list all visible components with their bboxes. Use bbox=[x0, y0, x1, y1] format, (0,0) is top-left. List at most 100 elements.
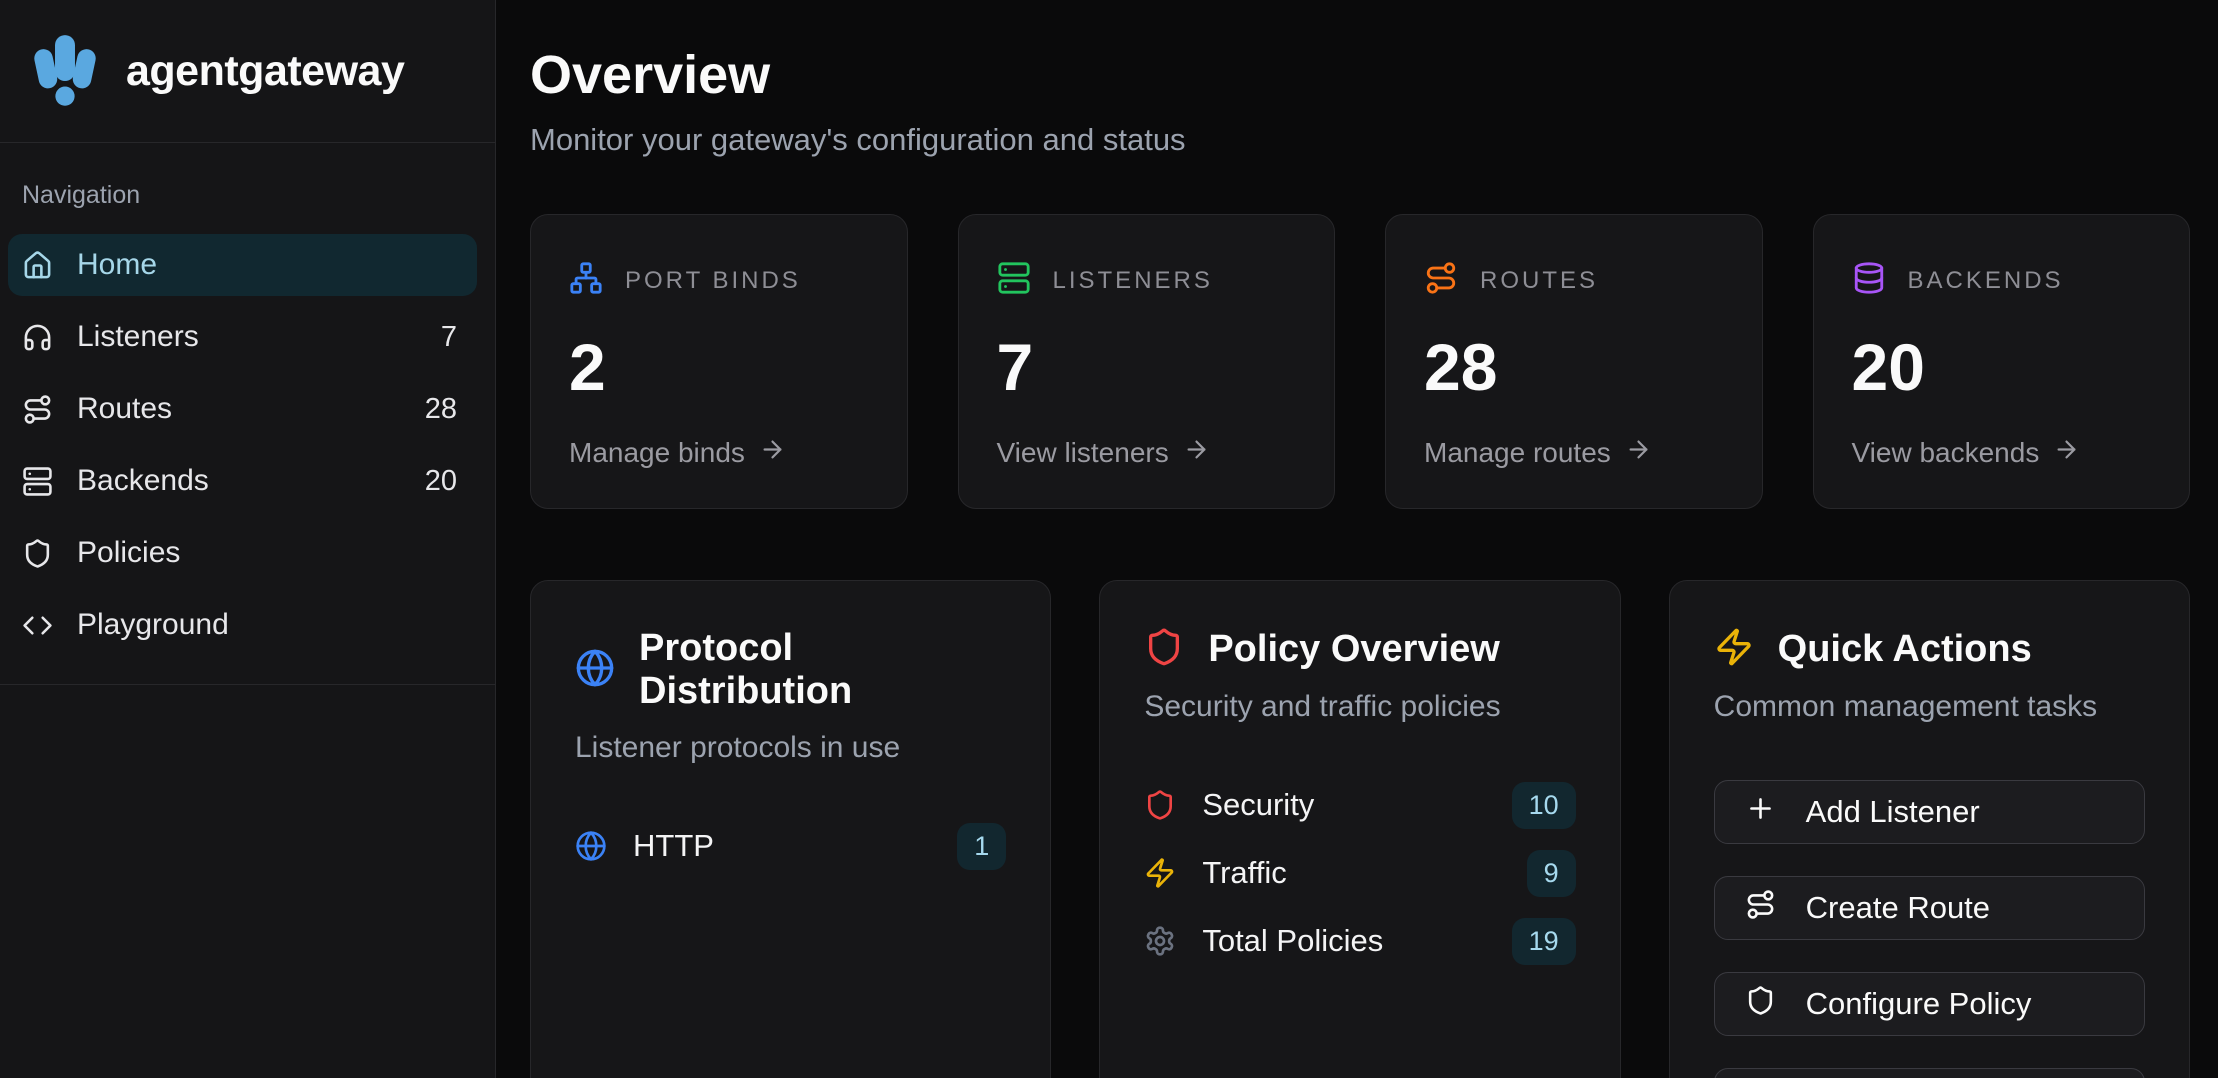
stat-value: 7 bbox=[997, 334, 1297, 400]
create-route-button[interactable]: Create Route bbox=[1714, 876, 2145, 940]
route-icon bbox=[1424, 261, 1458, 300]
stat-value: 20 bbox=[1852, 334, 2152, 400]
protocol-rows: HTTP 1 bbox=[575, 821, 1006, 871]
row-label: Total Policies bbox=[1202, 923, 1383, 959]
route-icon bbox=[22, 394, 53, 425]
zap-icon bbox=[1144, 857, 1176, 889]
sidebar-item-playground[interactable]: Playground bbox=[8, 594, 477, 656]
shield-icon bbox=[22, 538, 53, 569]
stat-card-port-binds: PORT BINDS 2 Manage binds bbox=[530, 214, 908, 509]
protocol-distribution-panel: Protocol Distribution Listener protocols… bbox=[530, 580, 1051, 1078]
arrow-right-icon bbox=[1625, 436, 1652, 470]
panel-title: Protocol Distribution bbox=[639, 627, 1006, 713]
count-badge: 10 bbox=[1512, 782, 1576, 829]
quick-actions-panel: Quick Actions Common management tasks Ad… bbox=[1669, 580, 2190, 1078]
code-icon bbox=[22, 610, 53, 641]
stat-card-backends: BACKENDS 20 View backends bbox=[1813, 214, 2191, 509]
main-content: Overview Monitor your gateway's configur… bbox=[496, 0, 2218, 1078]
sidebar-item-listeners[interactable]: Listeners 7 bbox=[8, 306, 477, 368]
stat-label: BACKENDS bbox=[1908, 267, 2064, 295]
stats-grid: PORT BINDS 2 Manage binds LISTENERS 7 V bbox=[530, 214, 2190, 509]
home-icon bbox=[22, 250, 53, 281]
add-listener-button[interactable]: Add Listener bbox=[1714, 780, 2145, 844]
panels-grid: Protocol Distribution Listener protocols… bbox=[530, 580, 2190, 1078]
view-backends-link[interactable]: View backends bbox=[1852, 436, 2152, 470]
row-label: Traffic bbox=[1202, 855, 1286, 891]
network-icon bbox=[569, 261, 603, 300]
policy-row-traffic: Traffic 9 bbox=[1144, 848, 1575, 898]
count-badge: 9 bbox=[1527, 850, 1576, 897]
sidebar-item-home[interactable]: Home bbox=[8, 234, 477, 296]
database-icon bbox=[1852, 261, 1886, 300]
count-badge: 1 bbox=[957, 823, 1006, 870]
stat-label: LISTENERS bbox=[1053, 267, 1213, 295]
qa-button-label: Configure Policy bbox=[1806, 986, 2032, 1022]
panel-header: Quick Actions bbox=[1714, 627, 2145, 672]
manage-routes-link[interactable]: Manage routes bbox=[1424, 436, 1724, 470]
nav-section-label: Navigation bbox=[22, 181, 477, 210]
panel-header: Policy Overview bbox=[1144, 627, 1575, 672]
sidebar-item-routes[interactable]: Routes 28 bbox=[8, 378, 477, 440]
stat-card-header: PORT BINDS bbox=[569, 261, 869, 300]
row-label: Security bbox=[1202, 787, 1314, 823]
quick-action-partial-button[interactable] bbox=[1714, 1068, 2145, 1078]
sidebar-item-label: Routes bbox=[77, 392, 172, 426]
shield-icon bbox=[1144, 789, 1176, 821]
panel-title: Quick Actions bbox=[1778, 628, 2032, 671]
brand-title: agentgateway bbox=[126, 47, 404, 96]
row-label: HTTP bbox=[633, 828, 714, 864]
panel-header: Protocol Distribution bbox=[575, 627, 1006, 713]
sidebar-nav: Navigation Home Listeners 7 Routes bbox=[0, 143, 495, 685]
shield-icon bbox=[1745, 985, 1776, 1024]
policy-row-security: Security 10 bbox=[1144, 780, 1575, 830]
sidebar-item-label: Backends bbox=[77, 464, 209, 498]
page-title: Overview bbox=[530, 44, 2190, 106]
sidebar-item-backends[interactable]: Backends 20 bbox=[8, 450, 477, 512]
sidebar: agentgateway Navigation Home Listeners 7 bbox=[0, 0, 496, 1078]
sidebar-item-policies[interactable]: Policies bbox=[8, 522, 477, 584]
stat-link-label: Manage routes bbox=[1424, 437, 1611, 469]
panel-subtitle: Security and traffic policies bbox=[1144, 690, 1575, 724]
page-subtitle: Monitor your gateway's configuration and… bbox=[530, 122, 2190, 158]
sidebar-item-count: 28 bbox=[425, 393, 457, 426]
sidebar-item-count: 20 bbox=[425, 465, 457, 498]
stat-link-label: Manage binds bbox=[569, 437, 745, 469]
qa-button-label: Add Listener bbox=[1806, 794, 1980, 830]
stat-card-listeners: LISTENERS 7 View listeners bbox=[958, 214, 1336, 509]
stat-value: 28 bbox=[1424, 334, 1724, 400]
stat-label: ROUTES bbox=[1480, 267, 1598, 295]
route-icon bbox=[1745, 889, 1776, 928]
policy-row-total: Total Policies 19 bbox=[1144, 916, 1575, 966]
sidebar-item-label: Policies bbox=[77, 536, 180, 570]
stat-card-routes: ROUTES 28 Manage routes bbox=[1385, 214, 1763, 509]
stat-label: PORT BINDS bbox=[625, 267, 801, 295]
quick-actions-list: Add Listener Create Route Configure Poli… bbox=[1714, 780, 2145, 1078]
manage-binds-link[interactable]: Manage binds bbox=[569, 436, 869, 470]
zap-icon bbox=[1714, 627, 1754, 672]
policy-overview-panel: Policy Overview Security and traffic pol… bbox=[1099, 580, 1620, 1078]
stat-link-label: View listeners bbox=[997, 437, 1169, 469]
count-badge: 19 bbox=[1512, 918, 1576, 965]
stat-card-header: ROUTES bbox=[1424, 261, 1724, 300]
stat-link-label: View backends bbox=[1852, 437, 2040, 469]
sidebar-item-label: Playground bbox=[77, 608, 229, 642]
shield-icon bbox=[1144, 627, 1184, 672]
panel-subtitle: Listener protocols in use bbox=[575, 731, 1006, 765]
plus-icon bbox=[1745, 793, 1776, 832]
server-icon bbox=[22, 466, 53, 497]
stat-value: 2 bbox=[569, 334, 869, 400]
view-listeners-link[interactable]: View listeners bbox=[997, 436, 1297, 470]
sidebar-item-label: Listeners bbox=[77, 320, 199, 354]
arrow-right-icon bbox=[1183, 436, 1210, 470]
headphones-icon bbox=[22, 322, 53, 353]
arrow-right-icon bbox=[759, 436, 786, 470]
sidebar-item-count: 7 bbox=[441, 321, 457, 354]
configure-policy-button[interactable]: Configure Policy bbox=[1714, 972, 2145, 1036]
brand-header[interactable]: agentgateway bbox=[0, 0, 495, 143]
protocol-row-http: HTTP 1 bbox=[575, 821, 1006, 871]
server-icon bbox=[997, 261, 1031, 300]
sidebar-item-label: Home bbox=[77, 248, 157, 282]
globe-icon bbox=[575, 648, 615, 693]
qa-button-label: Create Route bbox=[1806, 890, 1990, 926]
settings-icon bbox=[1144, 925, 1176, 957]
